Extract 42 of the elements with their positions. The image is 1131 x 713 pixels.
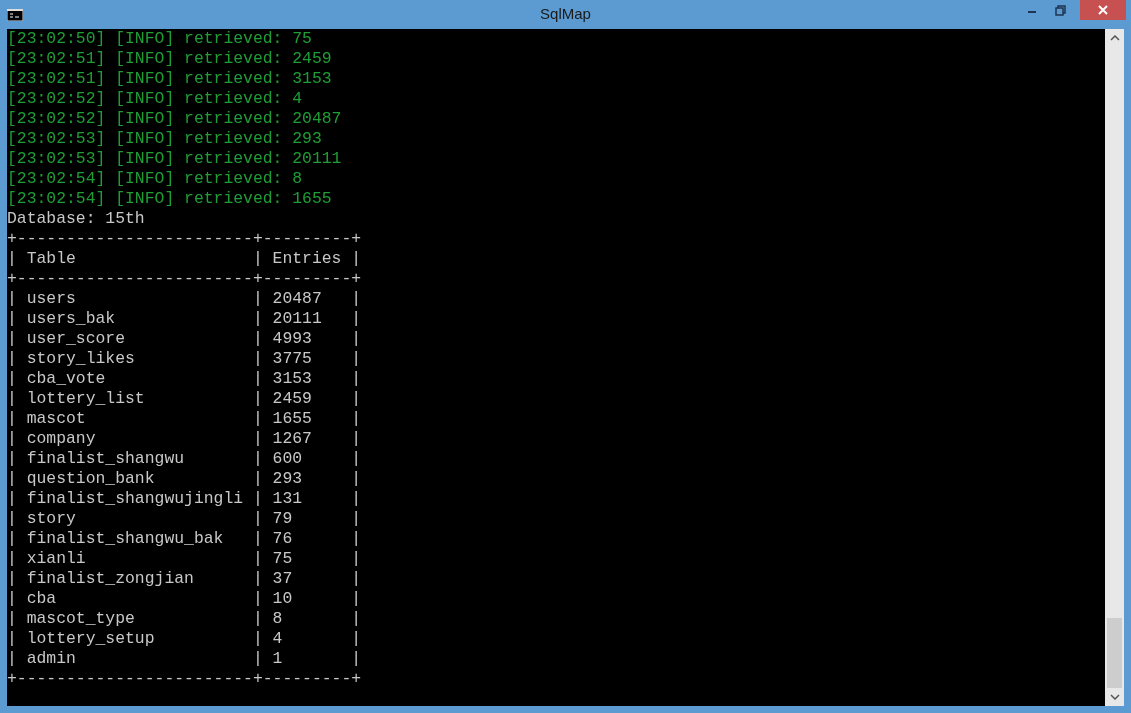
console-line: [23:02:50] [INFO] retrieved: 75 <box>7 29 312 49</box>
console-line: | lottery_list | 2459 | <box>7 389 362 409</box>
console-line: | mascot_type | 8 | <box>7 609 362 629</box>
console-line: | users | 20487 | <box>7 289 362 309</box>
console-line: [23:02:54] [INFO] retrieved: 8 <box>7 169 303 189</box>
console-line: [23:02:53] [INFO] retrieved: 20111 <box>7 149 342 169</box>
console-line: | users_bak | 20111 | <box>7 309 362 329</box>
console-line: Database: 15th <box>7 209 145 229</box>
console-line: | mascot | 1655 | <box>7 409 362 429</box>
console-line: | story_likes | 3775 | <box>7 349 362 369</box>
console-line: [23:02:51] [INFO] retrieved: 3153 <box>7 69 332 89</box>
console-line: | finalist_shangwu | 600 | <box>7 449 362 469</box>
scrollbar-thumb[interactable] <box>1107 618 1122 688</box>
console-line: | cba_vote | 3153 | <box>7 369 362 389</box>
console-line: | cba | 10 | <box>7 589 362 609</box>
console-line: | user_score | 4993 | <box>7 329 362 349</box>
scroll-down-icon[interactable] <box>1109 694 1120 700</box>
console-line: | finalist_zongjian | 37 | <box>7 569 362 589</box>
console-line: | finalist_shangwu_bak | 76 | <box>7 529 362 549</box>
scroll-up-icon[interactable] <box>1109 35 1120 41</box>
console-line: | finalist_shangwujingli | 131 | <box>7 489 362 509</box>
restore-icon <box>1054 4 1066 16</box>
console-line: | story | 79 | <box>7 509 362 529</box>
console-line: | xianli | 75 | <box>7 549 362 569</box>
console-line: [23:02:51] [INFO] retrieved: 2459 <box>7 49 332 69</box>
console-line: +------------------------+---------+ <box>7 229 362 249</box>
console-line: [23:02:52] [INFO] retrieved: 20487 <box>7 109 342 129</box>
console-line: | Table | Entries | <box>7 249 362 269</box>
console-line: +------------------------+---------+ <box>7 269 362 289</box>
close-button[interactable] <box>1080 0 1126 20</box>
console-line: | question_bank | 293 | <box>7 469 362 489</box>
console-line: [23:02:52] [INFO] retrieved: 4 <box>7 89 303 109</box>
console-line: [23:02:54] [INFO] retrieved: 1655 <box>7 189 332 209</box>
console-line: [23:02:53] [INFO] retrieved: 293 <box>7 129 322 149</box>
console-line: +------------------------+---------+ <box>7 669 362 689</box>
window-title: SqlMap <box>540 4 591 25</box>
console-line: | company | 1267 | <box>7 429 362 449</box>
console-line: | admin | 1 | <box>7 649 362 669</box>
scrollbar[interactable] <box>1105 29 1124 706</box>
terminal-icon <box>7 8 23 21</box>
console-line: | lottery_setup | 4 | <box>7 629 362 649</box>
close-icon <box>1098 5 1108 15</box>
